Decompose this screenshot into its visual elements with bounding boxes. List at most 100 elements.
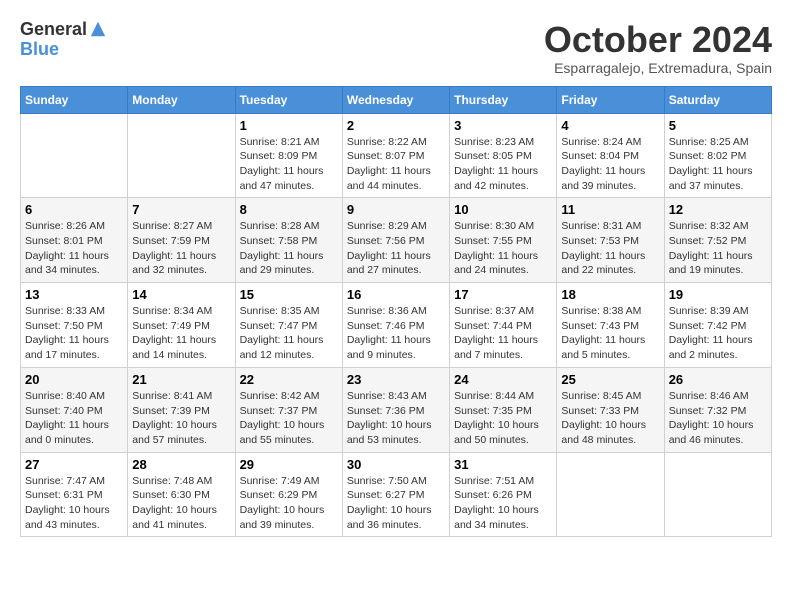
day-info: Sunrise: 8:26 AMSunset: 8:01 PMDaylight:… (25, 219, 123, 278)
day-info: Sunrise: 8:43 AMSunset: 7:36 PMDaylight:… (347, 389, 445, 448)
calendar-cell: 29Sunrise: 7:49 AMSunset: 6:29 PMDayligh… (235, 452, 342, 537)
calendar-cell (21, 113, 128, 198)
logo-general-text: General (20, 20, 87, 40)
calendar-cell: 30 Sunrise: 7:50 AMSunset: 6:27 PMDayligh… (342, 452, 449, 537)
day-info: Sunrise: 8:23 AMSunset: 8:05 PMDaylight:… (454, 135, 552, 194)
day-info: Sunrise: 8:39 AMSunset: 7:42 PMDaylight:… (669, 304, 767, 363)
calendar-cell: 24Sunrise: 8:44 AMSunset: 7:35 PMDayligh… (450, 367, 557, 452)
calendar-cell: 7 Sunrise: 8:27 AMSunset: 7:59 PMDaylight… (128, 198, 235, 283)
logo-blue-text: Blue (20, 40, 87, 60)
logo-icon (89, 20, 107, 38)
day-info: Sunrise: 8:25 AMSunset: 8:02 PMDaylight:… (669, 135, 767, 194)
day-info: Sunrise: 8:32 AMSunset: 7:52 PMDaylight:… (669, 219, 767, 278)
calendar-cell: 11Sunrise: 8:31 AMSunset: 7:53 PMDayligh… (557, 198, 664, 283)
calendar-cell (128, 113, 235, 198)
calendar-cell: 8Sunrise: 8:28 AMSunset: 7:58 PMDaylight… (235, 198, 342, 283)
calendar-week-row: 1 Sunrise: 8:21 AMSunset: 8:09 PMDaylight… (21, 113, 772, 198)
calendar-week-row: 13 Sunrise: 8:33 AMSunset: 7:50 PMDayligh… (21, 283, 772, 368)
calendar-cell: 3 Sunrise: 8:23 AMSunset: 8:05 PMDaylight… (450, 113, 557, 198)
day-number: 30 (347, 457, 445, 472)
calendar-cell: 28Sunrise: 7:48 AMSunset: 6:30 PMDayligh… (128, 452, 235, 537)
day-number: 3 (454, 118, 552, 133)
calendar-week-row: 6 Sunrise: 8:26 AMSunset: 8:01 PMDaylight… (21, 198, 772, 283)
day-number: 26 (669, 372, 767, 387)
day-info: Sunrise: 8:27 AMSunset: 7:59 PMDaylight:… (132, 219, 230, 278)
day-number: 31 (454, 457, 552, 472)
day-number: 29 (240, 457, 338, 472)
day-info: Sunrise: 7:51 AMSunset: 6:26 PMDaylight:… (454, 474, 552, 533)
day-number: 1 (240, 118, 338, 133)
day-number: 18 (561, 287, 659, 302)
calendar-cell: 6 Sunrise: 8:26 AMSunset: 8:01 PMDaylight… (21, 198, 128, 283)
day-info: Sunrise: 8:21 AMSunset: 8:09 PMDaylight:… (240, 135, 338, 194)
calendar-cell: 12 Sunrise: 8:32 AMSunset: 7:52 PMDayligh… (664, 198, 771, 283)
location: Esparragalejo, Extremadura, Spain (544, 60, 772, 76)
day-info: Sunrise: 7:50 AMSunset: 6:27 PMDaylight:… (347, 474, 445, 533)
title-block: October 2024 Esparragalejo, Extremadura,… (544, 20, 772, 76)
day-info: Sunrise: 7:47 AMSunset: 6:31 PMDaylight:… (25, 474, 123, 533)
logo: General Blue (20, 20, 107, 60)
day-number: 7 (132, 202, 230, 217)
day-number: 25 (561, 372, 659, 387)
weekday-header: Monday (128, 86, 235, 113)
day-number: 10 (454, 202, 552, 217)
calendar-cell: 31 Sunrise: 7:51 AMSunset: 6:26 PMDayligh… (450, 452, 557, 537)
calendar-cell: 21 Sunrise: 8:41 AMSunset: 7:39 PMDayligh… (128, 367, 235, 452)
calendar-cell: 5 Sunrise: 8:25 AMSunset: 8:02 PMDaylight… (664, 113, 771, 198)
day-number: 17 (454, 287, 552, 302)
day-number: 5 (669, 118, 767, 133)
day-number: 15 (240, 287, 338, 302)
day-number: 13 (25, 287, 123, 302)
day-number: 4 (561, 118, 659, 133)
day-number: 16 (347, 287, 445, 302)
weekday-header: Sunday (21, 86, 128, 113)
calendar-cell: 22 Sunrise: 8:42 AMSunset: 7:37 PMDayligh… (235, 367, 342, 452)
calendar-cell (557, 452, 664, 537)
day-info: Sunrise: 8:45 AMSunset: 7:33 PMDaylight:… (561, 389, 659, 448)
day-info: Sunrise: 8:44 AMSunset: 7:35 PMDaylight:… (454, 389, 552, 448)
day-number: 2 (347, 118, 445, 133)
day-info: Sunrise: 8:35 AMSunset: 7:47 PMDaylight:… (240, 304, 338, 363)
day-info: Sunrise: 8:36 AMSunset: 7:46 PMDaylight:… (347, 304, 445, 363)
weekday-header: Friday (557, 86, 664, 113)
day-info: Sunrise: 8:42 AMSunset: 7:37 PMDaylight:… (240, 389, 338, 448)
day-number: 27 (25, 457, 123, 472)
calendar-cell: 17 Sunrise: 8:37 AMSunset: 7:44 PMDayligh… (450, 283, 557, 368)
day-info: Sunrise: 8:46 AMSunset: 7:32 PMDaylight:… (669, 389, 767, 448)
day-number: 14 (132, 287, 230, 302)
calendar-cell: 2Sunrise: 8:22 AMSunset: 8:07 PMDaylight… (342, 113, 449, 198)
day-number: 6 (25, 202, 123, 217)
calendar-cell: 14 Sunrise: 8:34 AMSunset: 7:49 PMDayligh… (128, 283, 235, 368)
weekday-header: Wednesday (342, 86, 449, 113)
calendar-cell: 18 Sunrise: 8:38 AMSunset: 7:43 PMDayligh… (557, 283, 664, 368)
calendar-cell: 13 Sunrise: 8:33 AMSunset: 7:50 PMDayligh… (21, 283, 128, 368)
day-info: Sunrise: 8:37 AMSunset: 7:44 PMDaylight:… (454, 304, 552, 363)
day-number: 11 (561, 202, 659, 217)
weekday-header: Saturday (664, 86, 771, 113)
day-number: 22 (240, 372, 338, 387)
day-info: Sunrise: 8:29 AMSunset: 7:56 PMDaylight:… (347, 219, 445, 278)
calendar-cell: 10Sunrise: 8:30 AMSunset: 7:55 PMDayligh… (450, 198, 557, 283)
calendar-cell: 15 Sunrise: 8:35 AMSunset: 7:47 PMDayligh… (235, 283, 342, 368)
day-number: 19 (669, 287, 767, 302)
calendar-cell: 26 Sunrise: 8:46 AMSunset: 7:32 PMDayligh… (664, 367, 771, 452)
day-info: Sunrise: 8:38 AMSunset: 7:43 PMDaylight:… (561, 304, 659, 363)
day-number: 21 (132, 372, 230, 387)
calendar-cell: 1 Sunrise: 8:21 AMSunset: 8:09 PMDaylight… (235, 113, 342, 198)
day-info: Sunrise: 8:41 AMSunset: 7:39 PMDaylight:… (132, 389, 230, 448)
weekday-header: Thursday (450, 86, 557, 113)
page-header: General Blue October 2024 Esparragalejo,… (20, 20, 772, 76)
calendar-table: SundayMondayTuesdayWednesdayThursdayFrid… (20, 86, 772, 538)
day-number: 12 (669, 202, 767, 217)
day-number: 23 (347, 372, 445, 387)
calendar-week-row: 20Sunrise: 8:40 AMSunset: 7:40 PMDayligh… (21, 367, 772, 452)
calendar-cell: 25 Sunrise: 8:45 AMSunset: 7:33 PMDayligh… (557, 367, 664, 452)
calendar-cell: 4Sunrise: 8:24 AMSunset: 8:04 PMDaylight… (557, 113, 664, 198)
day-number: 8 (240, 202, 338, 217)
calendar-cell: 27 Sunrise: 7:47 AMSunset: 6:31 PMDayligh… (21, 452, 128, 537)
calendar-cell: 19 Sunrise: 8:39 AMSunset: 7:42 PMDayligh… (664, 283, 771, 368)
day-info: Sunrise: 8:33 AMSunset: 7:50 PMDaylight:… (25, 304, 123, 363)
calendar-cell: 9Sunrise: 8:29 AMSunset: 7:56 PMDaylight… (342, 198, 449, 283)
day-info: Sunrise: 8:34 AMSunset: 7:49 PMDaylight:… (132, 304, 230, 363)
calendar-cell (664, 452, 771, 537)
